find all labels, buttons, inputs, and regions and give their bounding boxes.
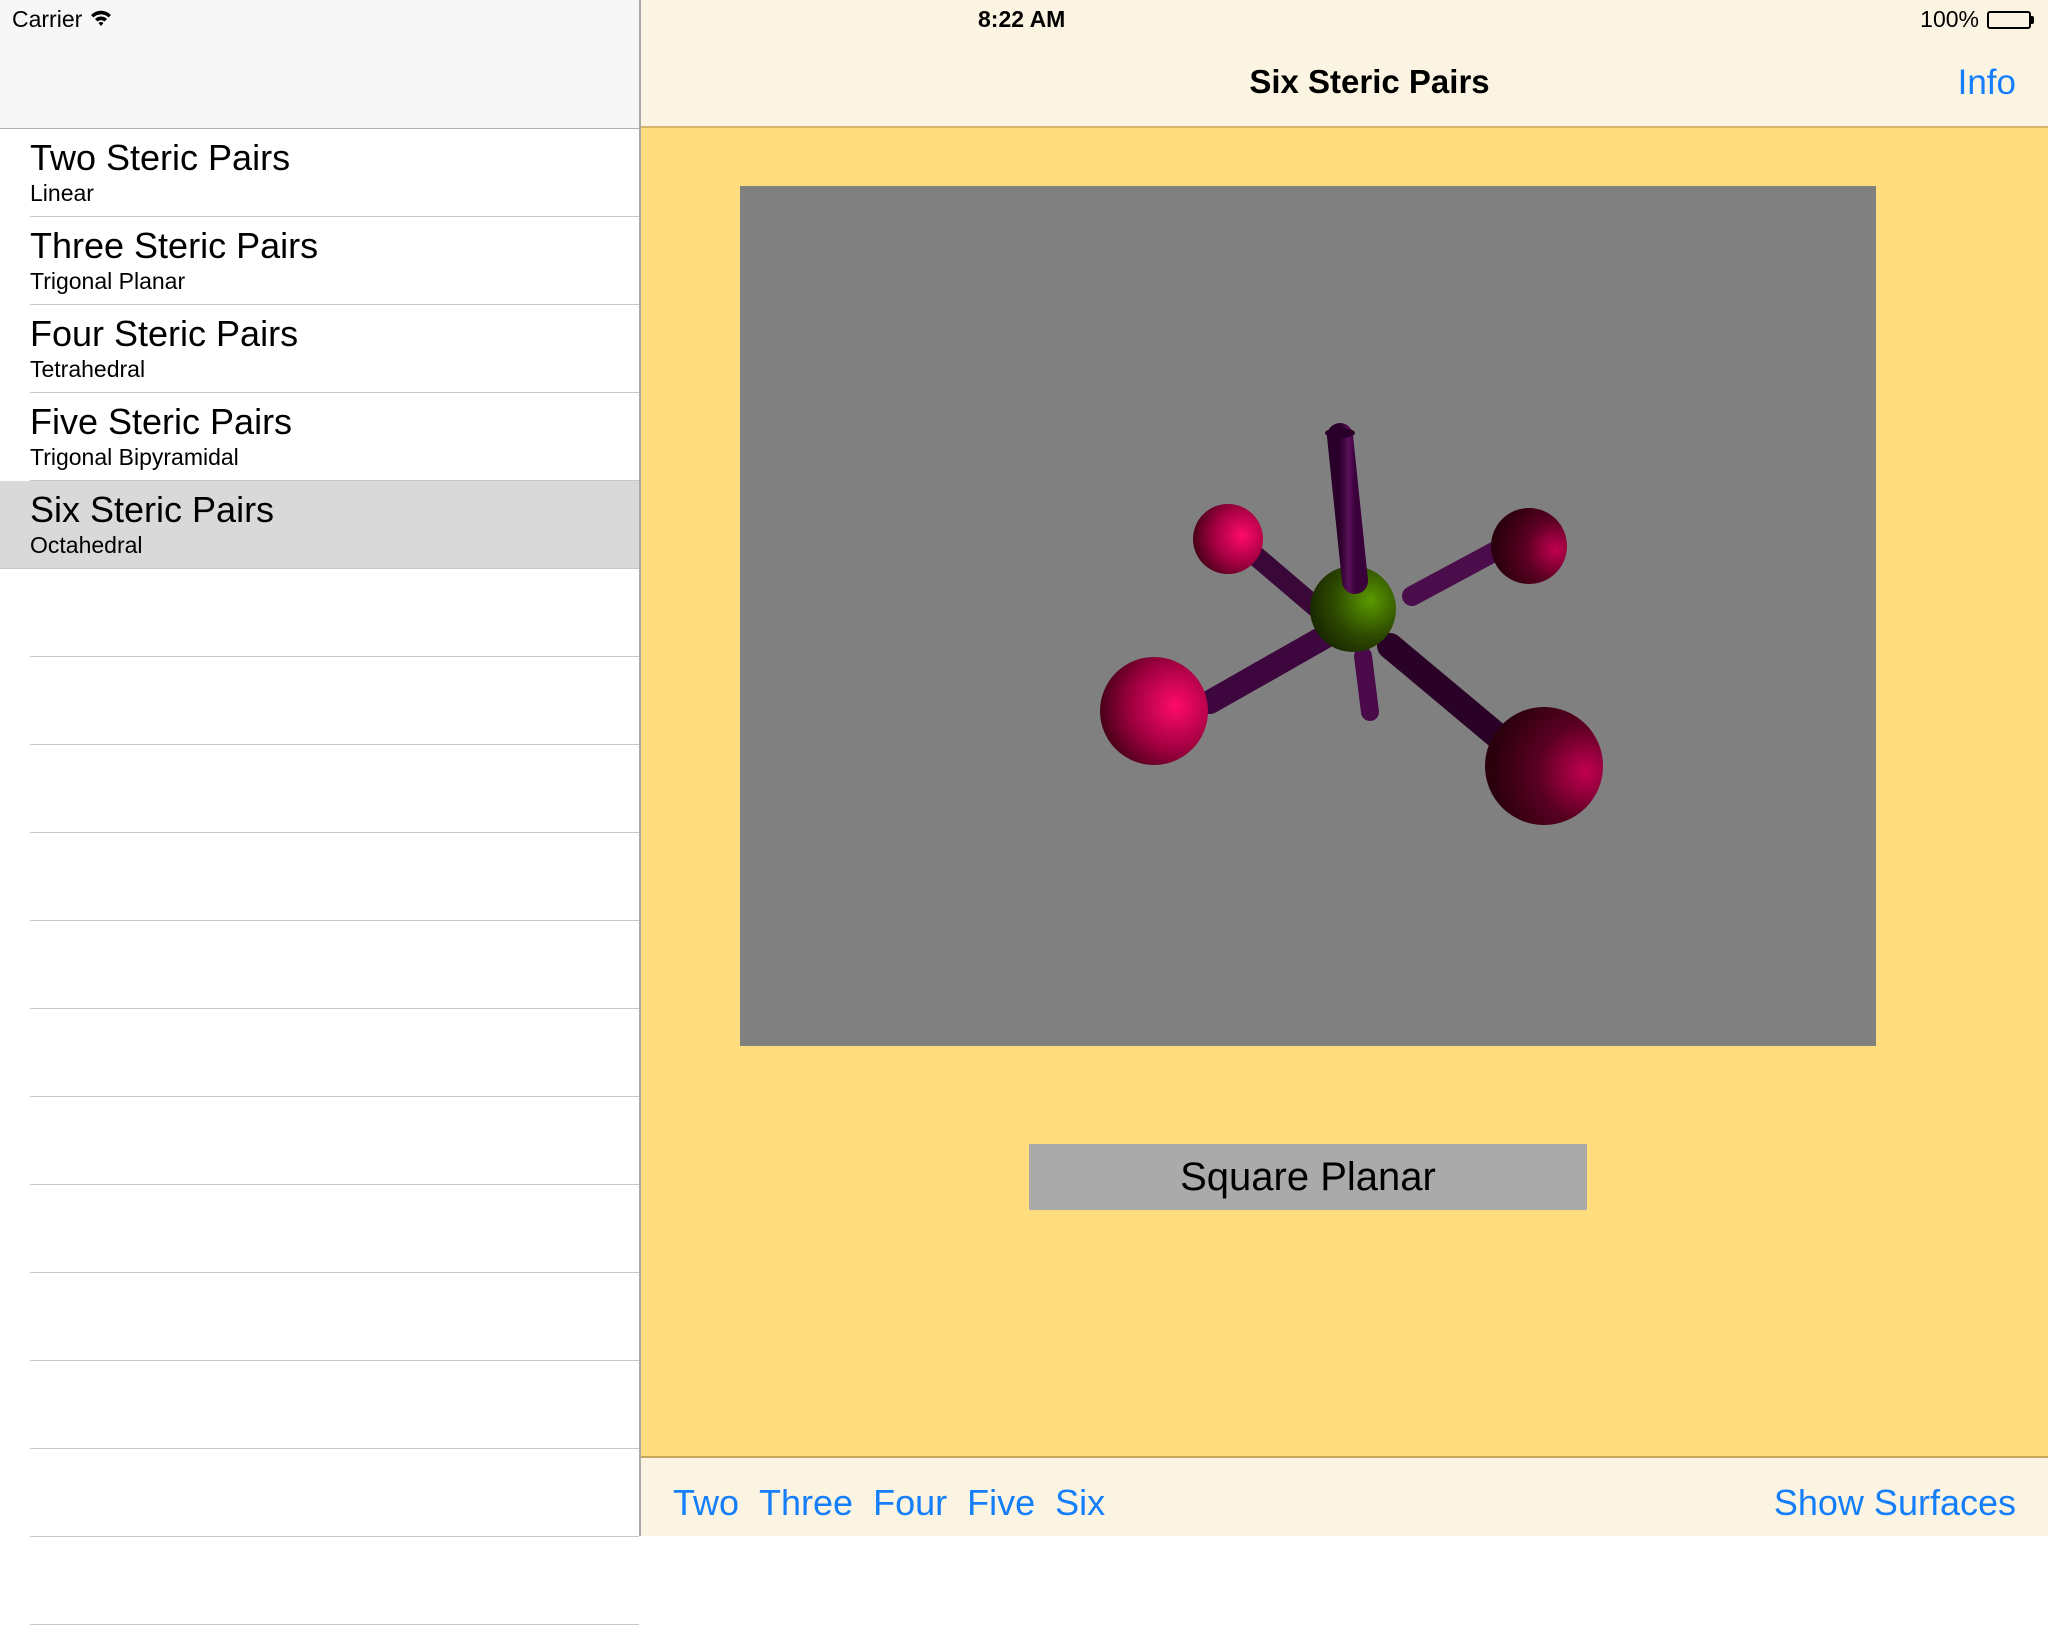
sidebar: Carrier Two Steric Pairs Linear Three St… xyxy=(0,0,641,1625)
list-item-title: Two Steric Pairs xyxy=(30,137,291,178)
bond-axial-top-cap xyxy=(1325,428,1355,438)
list-item-subtitle: Octahedral xyxy=(30,532,143,558)
empty-row xyxy=(0,657,639,745)
page-title: Six Steric Pairs xyxy=(1249,63,1490,100)
steric-pairs-list: Two Steric Pairs Linear Three Steric Pai… xyxy=(0,129,639,1625)
show-surfaces-button[interactable]: Show Surfaces xyxy=(1774,1482,2016,1524)
toolbar-two-button[interactable]: Two xyxy=(673,1482,739,1524)
empty-row xyxy=(0,1449,639,1537)
wifi-icon xyxy=(90,6,112,33)
empty-row xyxy=(0,833,639,921)
bond-front-right xyxy=(1377,633,1513,751)
ligand-front-left xyxy=(1100,657,1208,765)
list-item-six[interactable]: Six Steric Pairs Octahedral xyxy=(0,481,639,569)
shape-name-button[interactable]: Square Planar xyxy=(1029,1144,1587,1210)
status-time: 8:22 AM xyxy=(978,6,1066,32)
list-item-title: Three Steric Pairs xyxy=(30,225,319,266)
molecule-3d-model[interactable] xyxy=(740,186,1876,1046)
list-item-five[interactable]: Five Steric Pairs Trigonal Bipyramidal xyxy=(0,393,639,481)
bond-front-left xyxy=(1198,619,1347,714)
battery-percent: 100% xyxy=(1920,6,1979,32)
info-button[interactable]: Info xyxy=(1958,63,2016,103)
bond-back-right xyxy=(1402,536,1515,606)
ligand-back-left xyxy=(1193,504,1263,574)
list-item-four[interactable]: Four Steric Pairs Tetrahedral xyxy=(0,305,639,393)
empty-row xyxy=(0,1273,639,1361)
battery-icon xyxy=(1987,10,2034,29)
empty-row xyxy=(0,1537,639,1625)
toolbar-four-button[interactable]: Four xyxy=(873,1482,947,1524)
detail-pane: 8:22 AM 100% Six Steric Pairs Info Squar… xyxy=(641,0,2048,1536)
empty-row xyxy=(0,745,639,833)
sidebar-header: Carrier xyxy=(0,0,639,129)
empty-row xyxy=(0,569,639,657)
empty-row xyxy=(0,1361,639,1449)
list-item-subtitle: Tetrahedral xyxy=(30,356,146,382)
list-item-subtitle: Trigonal Planar xyxy=(30,268,186,294)
status-battery: 100% xyxy=(1920,6,2034,33)
list-item-subtitle: Trigonal Bipyramidal xyxy=(30,444,239,470)
geometry-shortcuts: Two Three Four Five Six xyxy=(673,1482,1105,1524)
empty-row xyxy=(0,1009,639,1097)
list-item-two[interactable]: Two Steric Pairs Linear xyxy=(0,129,639,217)
toolbar-five-button[interactable]: Five xyxy=(967,1482,1035,1524)
ligand-back-right xyxy=(1491,508,1567,584)
list-item-title: Five Steric Pairs xyxy=(30,401,293,442)
ligand-front-right xyxy=(1485,707,1603,825)
toolbar-six-button[interactable]: Six xyxy=(1055,1482,1105,1524)
carrier-label: Carrier xyxy=(12,6,83,32)
empty-row xyxy=(0,921,639,1009)
status-carrier: Carrier xyxy=(12,6,112,33)
bottom-toolbar: Two Three Four Five Six Show Surfaces xyxy=(641,1456,2048,1536)
list-item-subtitle: Linear xyxy=(30,180,94,206)
bond-axial-top xyxy=(1327,423,1368,594)
toolbar-three-button[interactable]: Three xyxy=(759,1482,853,1524)
list-item-title: Four Steric Pairs xyxy=(30,313,299,354)
empty-row xyxy=(0,1185,639,1273)
navigation-bar: 8:22 AM 100% Six Steric Pairs Info xyxy=(641,0,2048,128)
list-item-title: Six Steric Pairs xyxy=(30,489,275,530)
bond-axial-bottom xyxy=(1354,647,1379,721)
empty-row xyxy=(0,1097,639,1185)
list-item-three[interactable]: Three Steric Pairs Trigonal Planar xyxy=(0,217,639,305)
molecule-viewer[interactable] xyxy=(740,186,1876,1046)
